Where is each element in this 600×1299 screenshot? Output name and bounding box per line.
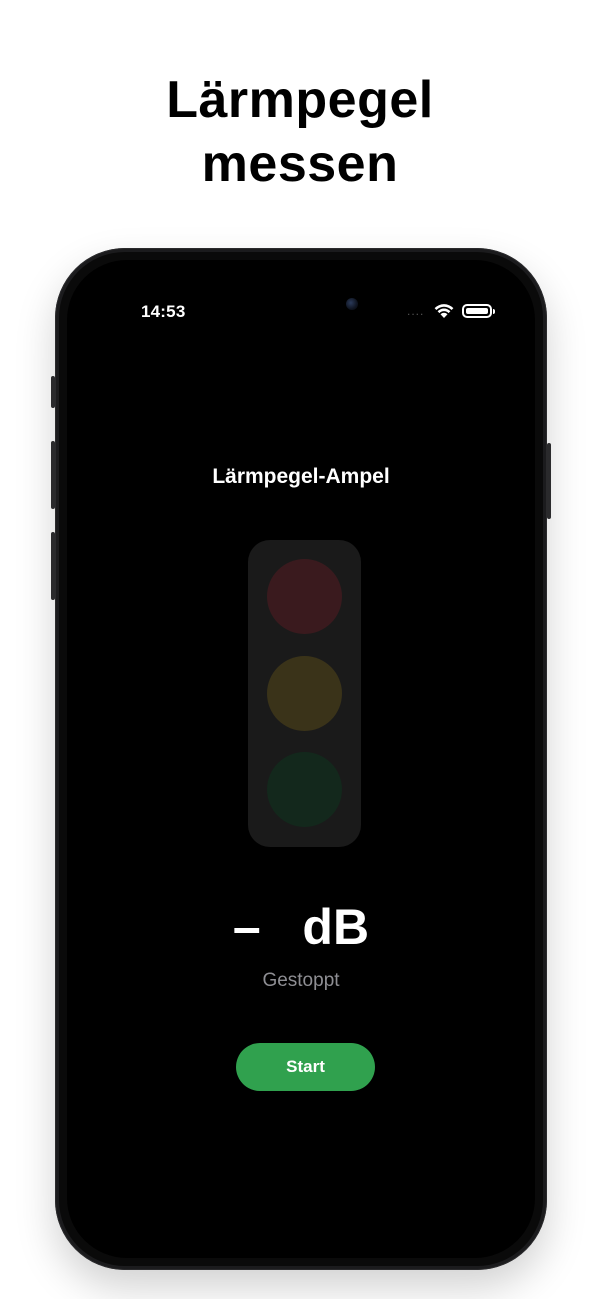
db-value: –	[232, 899, 261, 955]
battery-icon	[462, 304, 496, 318]
app-title: Lärmpegel-Ampel	[212, 465, 390, 488]
measurement-status: Gestoppt	[262, 970, 340, 991]
headline-line-2: messen	[201, 135, 399, 193]
dynamic-island	[264, 268, 354, 326]
status-icons: ....	[407, 303, 496, 319]
red-lamp	[267, 559, 342, 634]
phone-screen: 14:53 .... Lärmpegel-Ampel – dB Gestoppt…	[67, 260, 535, 1258]
volume-down-button	[51, 532, 55, 600]
phone-frame: 14:53 .... Lärmpegel-Ampel – dB Gestoppt…	[51, 248, 551, 1270]
green-lamp	[267, 752, 342, 827]
headline: Lärmpegel messen	[0, 68, 600, 196]
camera-icon	[346, 298, 358, 310]
wifi-icon	[434, 304, 454, 318]
volume-up-button	[51, 441, 55, 509]
status-time: 14:53	[141, 302, 186, 321]
power-button	[547, 443, 551, 519]
signal-icon: ....	[407, 304, 425, 318]
phone-bezel: 14:53 .... Lärmpegel-Ampel – dB Gestoppt…	[59, 252, 543, 1266]
yellow-lamp	[267, 656, 342, 731]
headline-line-1: Lärmpegel	[166, 71, 434, 129]
action-button	[51, 376, 55, 408]
db-unit: dB	[302, 899, 370, 955]
traffic-light	[248, 540, 361, 847]
db-readout: – dB	[67, 898, 535, 956]
start-button[interactable]: Start	[236, 1043, 375, 1091]
